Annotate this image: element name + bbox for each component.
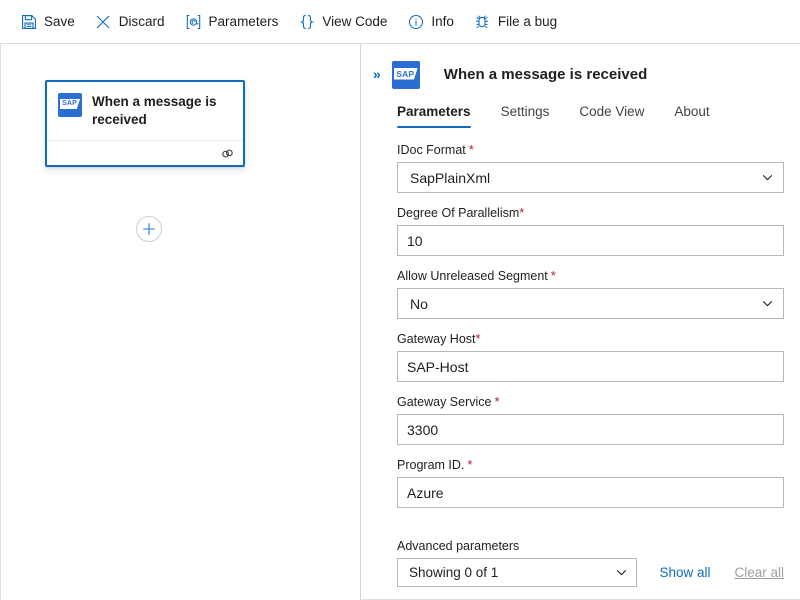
save-button[interactable]: Save	[12, 6, 83, 38]
field-gateway-host: Gateway Host* SAP-Host	[397, 331, 784, 382]
panel-tabs: Parameters Settings Code View About	[361, 90, 800, 128]
logic-app-designer: Save Discard Parameters	[0, 0, 800, 600]
degree-of-parallelism-value: 10	[407, 234, 423, 248]
field-allow-unreleased-segment: Allow Unreleased Segment* No	[397, 268, 784, 319]
view-code-button-label: View Code	[322, 14, 387, 29]
clear-all-link[interactable]: Clear all	[734, 565, 784, 580]
field-degree-of-parallelism-label: Degree Of Parallelism*	[397, 205, 784, 221]
panel-header: » SAP When a message is received	[361, 44, 800, 90]
designer-split: SAP When a message is received	[0, 44, 800, 600]
link-icon[interactable]	[219, 145, 235, 161]
program-id-input[interactable]: Azure	[397, 477, 784, 508]
file-a-bug-button[interactable]: File a bug	[466, 6, 565, 38]
allow-unreleased-segment-value: No	[410, 297, 428, 311]
field-program-id-label: Program ID.*	[397, 457, 784, 473]
file-a-bug-button-label: File a bug	[498, 14, 557, 29]
required-asterisk: *	[551, 268, 556, 283]
field-idoc-format: IDoc Format* SapPlainXml	[397, 142, 784, 193]
info-button[interactable]: Info	[399, 6, 462, 38]
show-all-link[interactable]: Show all	[659, 565, 710, 580]
panel-sap-logo-icon: SAP	[392, 61, 420, 89]
save-button-label: Save	[44, 14, 75, 29]
add-step-button[interactable]	[136, 216, 162, 242]
view-code-button[interactable]: View Code	[290, 6, 395, 38]
parameters-icon	[185, 13, 202, 30]
chevron-down-icon	[761, 171, 774, 184]
field-allow-unreleased-segment-label-text: Allow Unreleased Segment	[397, 269, 548, 283]
panel-title: When a message is received	[444, 66, 647, 83]
advanced-parameters-dropdown-value: Showing 0 of 1	[409, 565, 498, 580]
tab-code-view[interactable]: Code View	[579, 104, 644, 128]
field-idoc-format-label: IDoc Format*	[397, 142, 784, 158]
field-gateway-service: Gateway Service* 3300	[397, 394, 784, 445]
field-allow-unreleased-segment-label: Allow Unreleased Segment*	[397, 268, 784, 284]
field-gateway-host-label: Gateway Host*	[397, 331, 784, 347]
field-gateway-service-label: Gateway Service*	[397, 394, 784, 410]
idoc-format-value: SapPlainXml	[410, 171, 490, 185]
panel-sap-logo-text: SAP	[395, 68, 416, 80]
chevron-down-icon	[761, 297, 774, 310]
field-gateway-service-label-text: Gateway Service	[397, 395, 491, 409]
degree-of-parallelism-input[interactable]: 10	[397, 225, 784, 256]
field-degree-of-parallelism-label-text: Degree Of Parallelism	[397, 206, 519, 220]
field-program-id: Program ID.* Azure	[397, 457, 784, 508]
allow-unreleased-segment-dropdown[interactable]: No	[397, 288, 784, 319]
tab-about[interactable]: About	[674, 104, 709, 128]
workflow-node-trigger[interactable]: SAP When a message is received	[45, 80, 245, 167]
sap-logo-icon: SAP	[58, 93, 82, 117]
field-idoc-format-label-text: IDoc Format	[397, 143, 466, 157]
bug-icon	[474, 13, 491, 30]
gateway-host-input[interactable]: SAP-Host	[397, 351, 784, 382]
field-gateway-host-label-text: Gateway Host	[397, 332, 476, 346]
discard-button[interactable]: Discard	[87, 6, 173, 38]
sap-logo-text: SAP	[61, 99, 78, 109]
tab-parameters[interactable]: Parameters	[397, 104, 471, 128]
parameters-form: IDoc Format* SapPlainXml Degree Of Paral…	[361, 128, 800, 539]
info-icon	[407, 13, 424, 30]
parameters-button-label: Parameters	[209, 14, 279, 29]
advanced-parameters-row: Showing 0 of 1 Show all Clear all	[397, 558, 784, 587]
chevron-double-right-icon[interactable]: »	[373, 67, 380, 81]
advanced-parameters-section: Advanced parameters Showing 0 of 1 Show …	[361, 539, 800, 599]
gateway-service-input[interactable]: 3300	[397, 414, 784, 445]
required-asterisk: *	[469, 142, 474, 157]
workflow-canvas[interactable]: SAP When a message is received	[0, 44, 360, 600]
discard-icon	[95, 13, 112, 30]
required-asterisk: *	[476, 331, 481, 346]
node-header: SAP When a message is received	[47, 82, 243, 140]
program-id-value: Azure	[407, 486, 444, 500]
node-details-panel: » SAP When a message is received Paramet…	[360, 44, 800, 600]
advanced-parameters-label: Advanced parameters	[397, 539, 784, 553]
required-asterisk: *	[467, 457, 472, 472]
required-asterisk: *	[519, 205, 524, 220]
view-code-icon	[298, 13, 315, 30]
gateway-host-value: SAP-Host	[407, 360, 468, 374]
tab-settings[interactable]: Settings	[501, 104, 550, 128]
idoc-format-dropdown[interactable]: SapPlainXml	[397, 162, 784, 193]
info-button-label: Info	[431, 14, 454, 29]
parameters-button[interactable]: Parameters	[177, 6, 287, 38]
field-degree-of-parallelism: Degree Of Parallelism* 10	[397, 205, 784, 256]
field-program-id-label-text: Program ID.	[397, 458, 464, 472]
advanced-parameters-dropdown[interactable]: Showing 0 of 1	[397, 558, 637, 587]
save-icon	[20, 13, 37, 30]
node-footer	[47, 140, 243, 165]
chevron-down-icon	[615, 566, 628, 579]
discard-button-label: Discard	[119, 14, 165, 29]
designer-toolbar: Save Discard Parameters	[0, 0, 800, 44]
gateway-service-value: 3300	[407, 423, 438, 437]
required-asterisk: *	[494, 394, 499, 409]
node-title: When a message is received	[92, 92, 233, 129]
